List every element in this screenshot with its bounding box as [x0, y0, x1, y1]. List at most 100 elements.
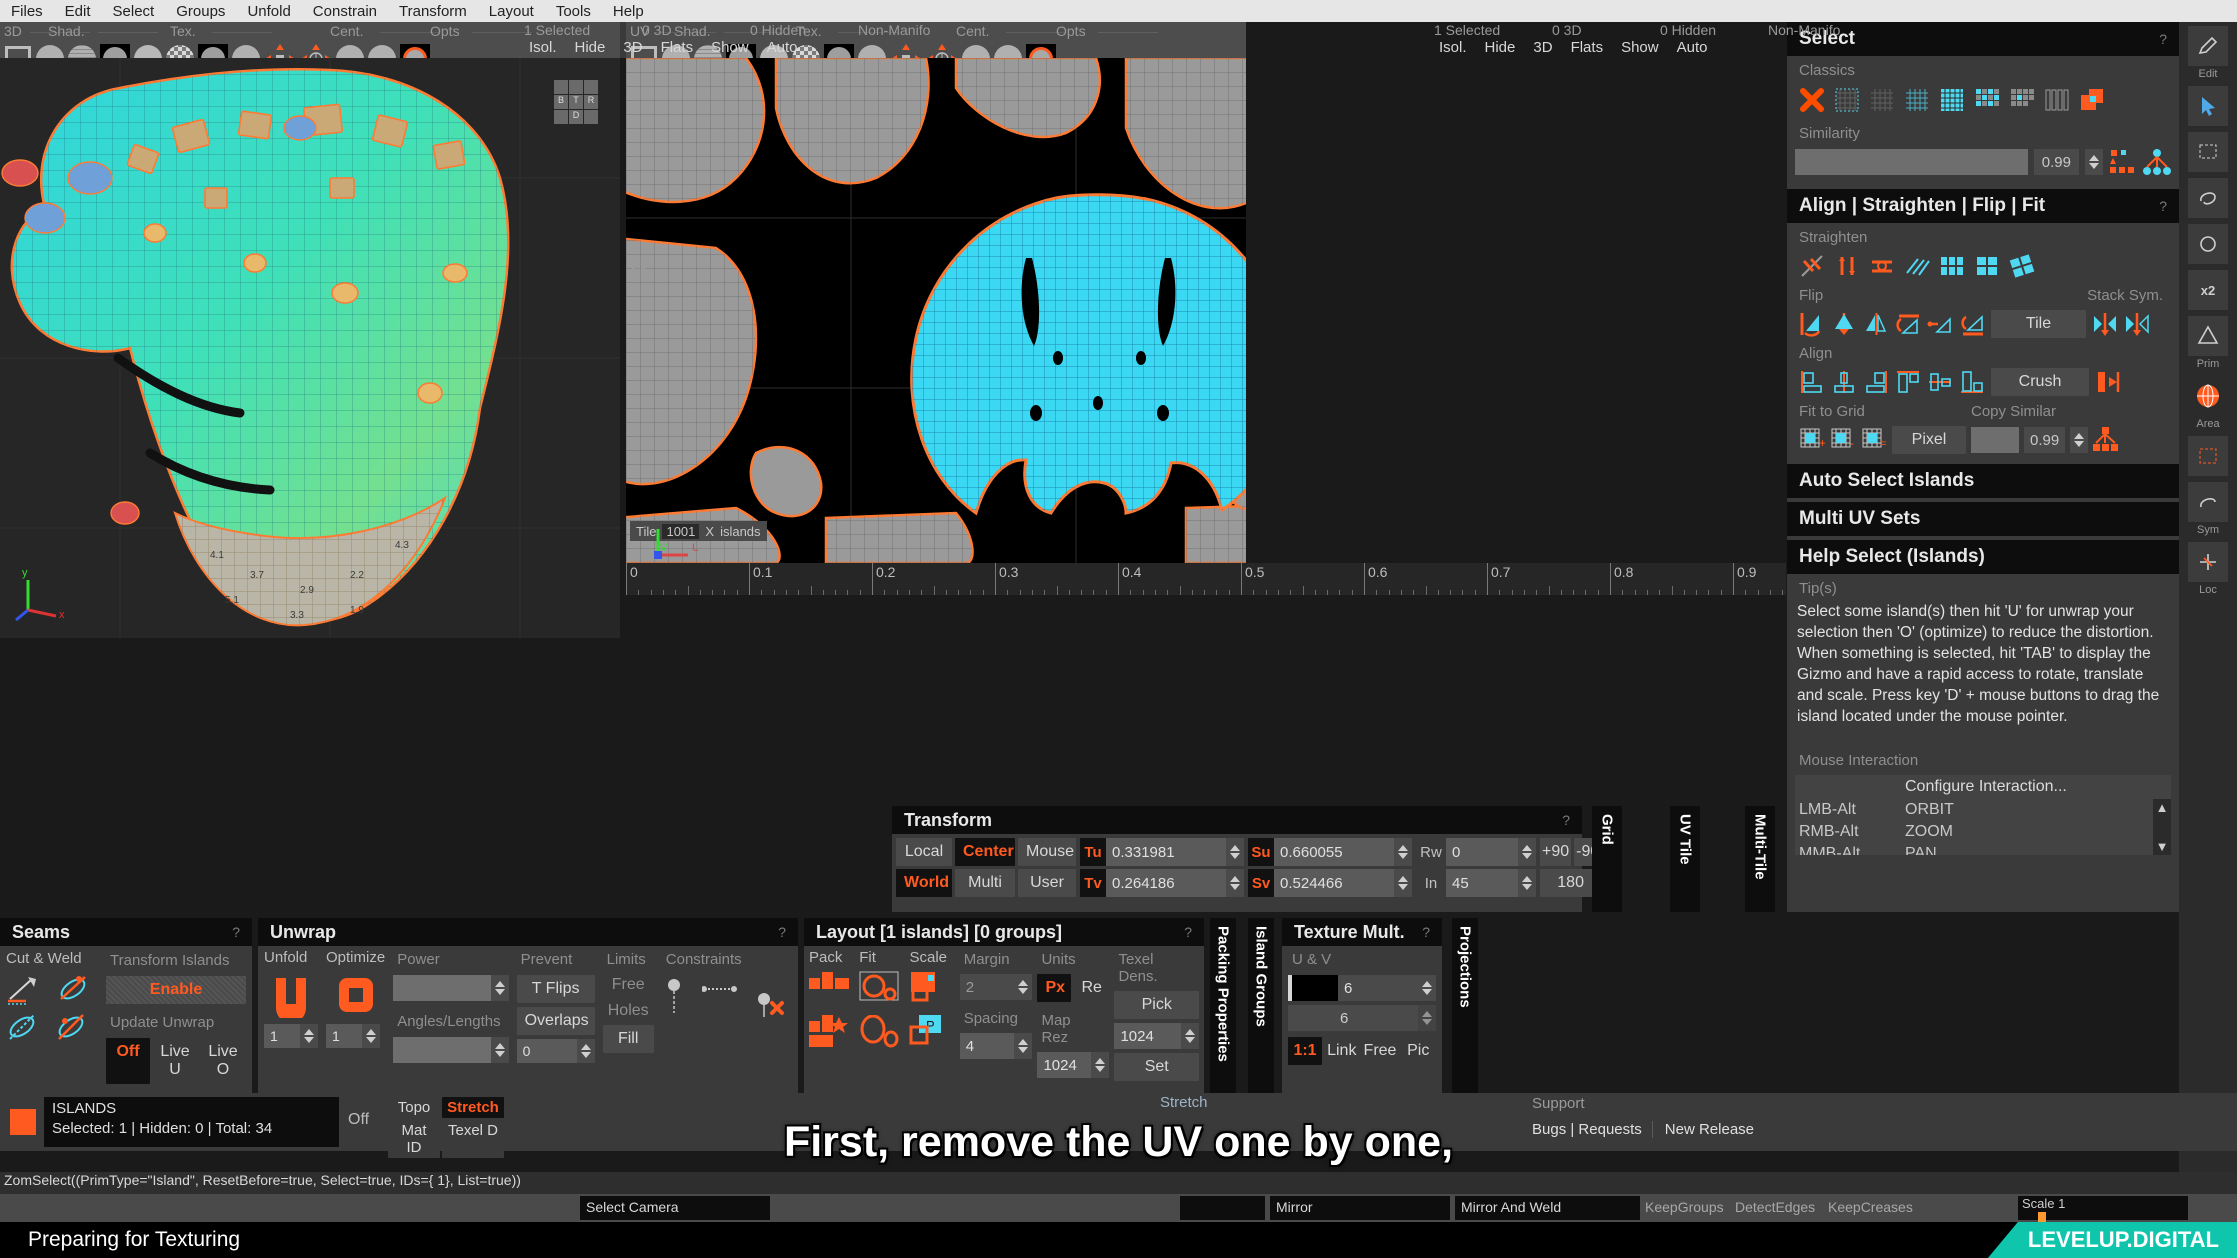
seams-panel-help-icon[interactable]: ?: [232, 924, 240, 940]
crush-direction-icon[interactable]: [2095, 369, 2121, 395]
map-rez-stepper[interactable]: [1091, 1052, 1110, 1078]
t-flips-button[interactable]: T Flips: [516, 975, 595, 1003]
units-re-button[interactable]: Re: [1073, 974, 1110, 1002]
map-rez-value[interactable]: 1024: [1037, 1057, 1091, 1074]
similarity-value[interactable]: 0.99: [2033, 149, 2079, 175]
select-similar-tree-icon[interactable]: [2143, 149, 2171, 175]
fill-button[interactable]: Fill: [602, 1025, 654, 1053]
transform-multi-button[interactable]: Multi: [955, 869, 1015, 897]
keep-groups-label[interactable]: KeepGroups: [1645, 1199, 1724, 1215]
edge-constraint-icon[interactable]: [701, 977, 742, 1017]
select-invert-icon[interactable]: [1904, 87, 1930, 113]
margin-stepper[interactable]: [1014, 974, 1033, 1000]
select-camera-field[interactable]: Select Camera: [580, 1196, 770, 1220]
transform-local-button[interactable]: Local: [896, 838, 952, 866]
align-panel-help-icon[interactable]: ?: [2159, 198, 2167, 214]
rail-rect-select-button[interactable]: [2188, 132, 2228, 172]
rotate-flip-bottom-icon[interactable]: [1959, 311, 1985, 337]
update-off-button[interactable]: Off: [106, 1038, 150, 1084]
select-none-icon[interactable]: [1869, 87, 1895, 113]
detect-edges-label[interactable]: DetectEdges: [1735, 1199, 1815, 1215]
toolbar-uv-button-isol[interactable]: Isol.: [1430, 39, 1476, 58]
rail-lasso-button[interactable]: [2188, 178, 2228, 218]
pack-icon[interactable]: [809, 970, 851, 1010]
keep-creases-label[interactable]: KeepCreases: [1828, 1199, 1913, 1215]
align-top-icon[interactable]: [1895, 369, 1921, 395]
packing-properties-tab[interactable]: Packing Properties: [1210, 918, 1236, 1096]
mouse-interaction-scrollbar[interactable]: ▲ ▼: [2153, 798, 2171, 855]
rail-cursor-button[interactable]: [2188, 86, 2228, 126]
straighten-diagonal-icon[interactable]: [1904, 253, 1930, 279]
align-center-h-icon[interactable]: [1831, 369, 1857, 395]
in-value[interactable]: 45: [1446, 875, 1518, 892]
uv-ruler-horizontal[interactable]: 0 0.1 0.2 0.3 0.4 0.5 0.6 0.7 0.8 0.9: [626, 563, 1845, 595]
rotate-plus90-button[interactable]: +90: [1540, 838, 1572, 866]
select-overlap-icon[interactable]: [2079, 87, 2105, 113]
fit-grid-shrink-icon[interactable]: -: [1830, 427, 1856, 453]
fit-grid-equal-icon[interactable]: =: [1861, 427, 1887, 453]
weld-icon[interactable]: [55, 973, 91, 1005]
scroll-down-icon[interactable]: ▼: [2156, 840, 2169, 853]
rail-prim-button[interactable]: [2188, 316, 2228, 356]
topo-button[interactable]: Topo: [388, 1097, 440, 1118]
angles-stepper[interactable]: [490, 1037, 509, 1063]
flip-mirror-icon[interactable]: [1863, 311, 1889, 337]
stretch-button[interactable]: Stretch: [442, 1097, 504, 1118]
texel-d-button[interactable]: Texel D: [442, 1120, 504, 1158]
rw-value[interactable]: 0: [1446, 844, 1518, 861]
cut-icon[interactable]: [6, 973, 42, 1005]
uv-tile-tab[interactable]: UV Tile: [1670, 806, 1700, 912]
tv-value[interactable]: 0.264186: [1106, 875, 1226, 892]
link-button[interactable]: Link: [1324, 1037, 1360, 1065]
toolbar-3d-button-flats[interactable]: Flats: [652, 39, 703, 58]
viewport-3d[interactable]: 4.1 3.7 2.9 2.2 4.3 5.1 3.3 1.9 y x B T …: [0, 58, 620, 638]
mirror-and-weld-field[interactable]: Mirror And Weld: [1455, 1196, 1640, 1220]
texel-pick-button[interactable]: Pick: [1114, 991, 1200, 1019]
pin-remove-icon[interactable]: [752, 977, 786, 1017]
select-full-icon[interactable]: [1939, 87, 1965, 113]
in-stepper[interactable]: [1518, 869, 1536, 897]
toolbar-uv-button-d[interactable]: 3D: [1524, 39, 1561, 58]
primitive-color-swatch[interactable]: [10, 1109, 36, 1135]
toolbar-3d-button-isol[interactable]: Isol.: [520, 39, 566, 58]
texture-u-value[interactable]: 6: [1338, 980, 1418, 997]
spacing-value[interactable]: 4: [960, 1038, 1015, 1055]
auto-select-islands-header[interactable]: Auto Select Islands: [1787, 464, 2179, 498]
clear-selection-icon[interactable]: [1799, 87, 1825, 113]
pack-add-icon[interactable]: [809, 1015, 851, 1055]
menu-item-select[interactable]: Select: [102, 2, 166, 21]
bottom-bar-blank[interactable]: [1180, 1196, 1265, 1220]
ratio-1-1-button[interactable]: 1:1: [1288, 1037, 1322, 1065]
su-stepper[interactable]: [1394, 838, 1412, 866]
rotate-flip-left-icon[interactable]: [1927, 311, 1953, 337]
enable-button[interactable]: Enable: [106, 976, 246, 1004]
quad-straighten-2-icon[interactable]: [1974, 253, 2000, 279]
align-bottom-icon[interactable]: [1959, 369, 1985, 395]
rail-area-button[interactable]: [2188, 376, 2228, 416]
similarity-slider[interactable]: [1795, 149, 2028, 175]
sv-stepper[interactable]: [1394, 869, 1412, 897]
tv-stepper[interactable]: [1226, 869, 1244, 897]
copy-similar-apply-icon[interactable]: [2093, 427, 2121, 453]
rail-sym2-button[interactable]: [2188, 482, 2228, 522]
transform-mouse-button[interactable]: Mouse: [1018, 838, 1076, 866]
select-similar-icon[interactable]: [2109, 149, 2137, 175]
texel-stepper[interactable]: [1181, 1023, 1200, 1049]
overlaps-button[interactable]: Overlaps: [516, 1007, 595, 1035]
scroll-up-icon[interactable]: ▲: [2156, 801, 2169, 814]
straighten-horizontal-icon[interactable]: [1869, 253, 1895, 279]
menu-item-transform[interactable]: Transform: [388, 2, 478, 21]
projections-tab[interactable]: Projections: [1452, 918, 1478, 1096]
unfold-icon[interactable]: [268, 972, 314, 1018]
menu-item-edit[interactable]: Edit: [54, 2, 102, 21]
tu-stepper[interactable]: [1226, 838, 1244, 866]
crush-button[interactable]: Crush: [1991, 368, 2089, 396]
tile-button[interactable]: Tile: [1991, 310, 2086, 338]
fit-grid-expand-icon[interactable]: +: [1799, 427, 1825, 453]
quad-straighten-skew-icon[interactable]: [2009, 253, 2035, 279]
flip-v-icon[interactable]: [1831, 311, 1857, 337]
power-stepper[interactable]: [490, 975, 509, 1001]
rail-edit-button[interactable]: [2188, 26, 2228, 66]
toolbar-uv-button-hide[interactable]: Hide: [1476, 39, 1525, 58]
menu-item-help[interactable]: Help: [602, 2, 655, 21]
